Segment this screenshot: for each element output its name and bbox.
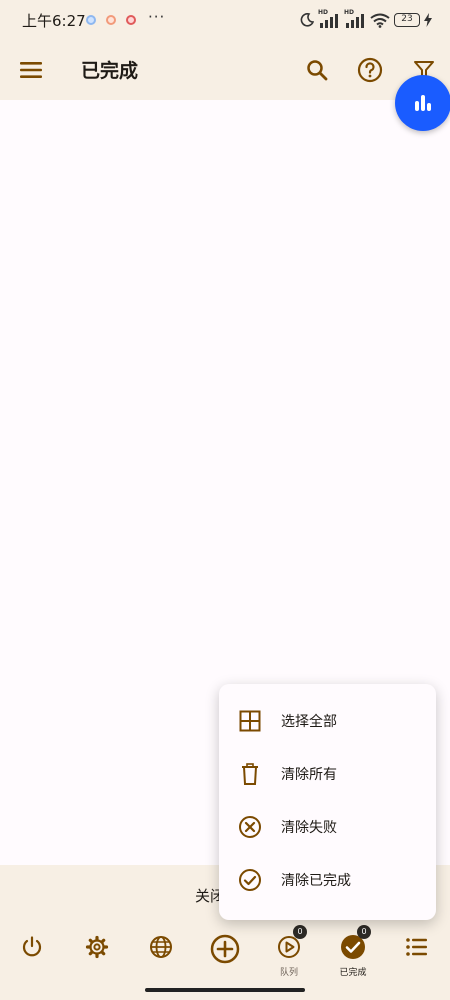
bar-chart-icon [415, 95, 431, 111]
nav-list[interactable] [389, 933, 445, 987]
menu-label: 清除所有 [281, 767, 337, 783]
help-icon [357, 57, 383, 83]
page-title: 已完成 [81, 60, 139, 82]
trash-icon [238, 762, 262, 786]
more-notifications-icon: ··· [148, 8, 166, 26]
notification-icon [86, 15, 96, 25]
notification-icon [126, 15, 136, 25]
nav-browser[interactable] [133, 933, 189, 987]
menu-label: 清除已完成 [281, 873, 351, 889]
completed-count-badge: 0 [357, 925, 371, 939]
menu-label: 选择全部 [281, 714, 337, 730]
notification-icon [106, 15, 116, 25]
stats-fab-button[interactable] [395, 75, 450, 131]
menu-item-clear-failed[interactable]: 清除失败 [219, 801, 436, 854]
hd-badge: HD [318, 9, 340, 28]
status-bar: 上午6:27 ··· HD HD 23 [0, 0, 450, 40]
power-icon [22, 936, 42, 957]
home-indicator[interactable] [145, 988, 305, 992]
search-icon [307, 60, 328, 81]
nav-queue[interactable]: 0 队列 [261, 925, 317, 987]
check-circle-icon [238, 868, 262, 892]
search-button[interactable] [297, 50, 337, 90]
hd-badge: HD [344, 9, 366, 28]
hamburger-icon [20, 62, 42, 78]
select-all-icon [238, 709, 262, 733]
globe-icon [150, 936, 172, 958]
menu-button[interactable] [11, 50, 51, 90]
nav-label-queue: 队列 [279, 968, 298, 978]
overflow-menu: 选择全部 清除所有 清除失败 清除已完成 [219, 684, 436, 920]
nav-settings[interactable] [69, 933, 125, 987]
moon-icon [300, 13, 314, 27]
battery-icon: 23 [394, 13, 420, 27]
app-bar: 已完成 [0, 40, 450, 100]
nav-label-completed: 已完成 [339, 968, 367, 978]
signal-icon [320, 14, 338, 28]
add-circle-icon [210, 934, 240, 964]
queue-count-badge: 0 [293, 925, 307, 939]
status-time: 上午6:27 [22, 12, 86, 30]
menu-item-select-all[interactable]: 选择全部 [219, 695, 436, 748]
nav-completed[interactable]: 0 已完成 [325, 925, 381, 987]
nav-add[interactable] [197, 933, 253, 987]
menu-item-clear-completed[interactable]: 清除已完成 [219, 854, 436, 907]
gear-icon [85, 935, 109, 959]
help-button[interactable] [350, 50, 390, 90]
cancel-circle-icon [238, 815, 262, 839]
status-icons: HD HD 23 [300, 9, 432, 30]
list-icon [406, 938, 427, 956]
menu-item-clear-all[interactable]: 清除所有 [219, 748, 436, 801]
wifi-icon [370, 13, 390, 28]
menu-label: 清除失败 [281, 820, 337, 836]
charging-icon [424, 13, 432, 27]
signal-icon [346, 14, 364, 28]
nav-power[interactable] [4, 933, 60, 987]
